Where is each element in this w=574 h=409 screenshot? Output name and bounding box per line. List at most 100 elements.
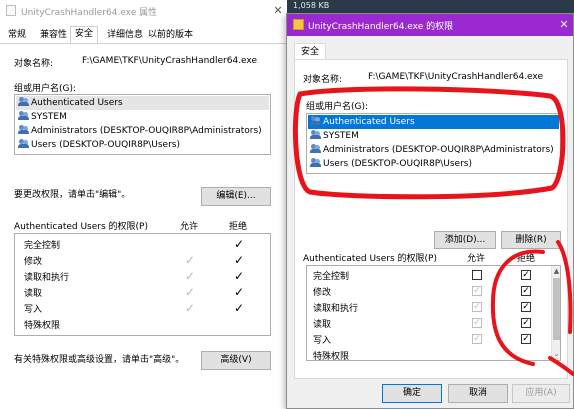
scroll-up-icon[interactable]: ▲ (552, 266, 560, 276)
tab-previous-versions[interactable]: 以前的版本 (148, 28, 193, 43)
cancel-button[interactable]: 取消 (448, 384, 508, 403)
permission-row: 特殊权限 (307, 347, 560, 360)
allow-checkbox[interactable]: ✓ (472, 334, 482, 344)
properties-title-bar: UnityCrashHandler64.exe 属性 ✕ (0, 0, 286, 22)
close-icon[interactable]: ✕ (557, 17, 571, 33)
users-icon (310, 116, 321, 125)
object-name-value: F:\GAME\TKF\UnityCrashHandler64.exe (82, 56, 258, 66)
deny-checkbox[interactable]: ✓ (521, 334, 531, 344)
scroll-down-icon[interactable]: ⌄ (552, 349, 560, 359)
group-list: Authenticated Users SYSTEM Administrator… (14, 94, 271, 155)
allow-check-icon: ✓ (185, 269, 196, 283)
deny-check-icon: ✓ (234, 237, 245, 251)
permission-name: 写入 (24, 305, 43, 315)
properties-title: UnityCrashHandler64.exe 属性 (21, 8, 158, 18)
list-item-label: Authenticated Users (31, 98, 123, 108)
tab-general[interactable]: 常规 (8, 28, 26, 43)
list-item-label: Users (DESKTOP-OUQIR8P\Users) (31, 140, 180, 150)
allow-header: 允许 (467, 254, 486, 264)
perm-header-label: Authenticated Users 的权限(P) (303, 254, 437, 264)
folder-icon (293, 19, 304, 30)
edit-hint: 要更改权限，请单击"编辑"。 (14, 190, 131, 200)
list-item[interactable]: Users (DESKTOP-OUQIR8P\Users) (18, 138, 180, 152)
permission-row: 读取 ✓ ✓ (307, 315, 560, 331)
deny-checkbox[interactable]: ✓ (521, 302, 531, 312)
group-list-label: 组或用户名(G): (14, 84, 77, 94)
deny-check-icon: ✓ (234, 285, 245, 299)
list-item-label: Authenticated Users (323, 117, 415, 127)
permissions-list: 完全控制 ✓ 修改 ✓ ✓ 读取和执行 ✓ ✓ 读取 ✓ ✓ 写入 ✓ ✓ 特殊… (306, 265, 561, 361)
scroll-thumb[interactable] (553, 278, 560, 340)
allow-checkbox[interactable]: ✓ (472, 286, 482, 296)
permission-row: 读取和执行 ✓ ✓ (307, 299, 560, 315)
list-item[interactable]: Authenticated Users (308, 115, 559, 129)
list-item[interactable]: Users (DESKTOP-OUQIR8P\Users) (310, 157, 472, 171)
ok-button[interactable]: 确定 (382, 384, 442, 403)
deny-checkbox[interactable]: ✓ (521, 270, 531, 280)
tab-compatibility[interactable]: 兼容性 (40, 28, 67, 43)
tab-security[interactable]: 安全 (70, 26, 99, 43)
users-icon (310, 158, 321, 167)
security-panel: 对象名称: F:\GAME\TKF\UnityCrashHandler64.ex… (294, 59, 568, 379)
object-name-label: 对象名称: (303, 75, 343, 85)
permission-row: 写入 ✓ ✓ (307, 331, 560, 347)
list-item[interactable]: SYSTEM (310, 129, 359, 143)
permission-row: 写入 ✓ ✓ (15, 300, 270, 316)
permissions-title: UnityCrashHandler64.exe 的权限 (308, 22, 454, 32)
tab-divider (0, 43, 286, 44)
permission-name: 完全控制 (313, 272, 350, 282)
close-icon[interactable]: ✕ (270, 3, 286, 19)
users-icon (310, 130, 321, 139)
permission-name: 修改 (24, 257, 43, 267)
permission-name: 修改 (313, 288, 332, 298)
permission-row: 修改 ✓ ✓ (307, 283, 560, 299)
allow-checkbox[interactable] (472, 270, 482, 280)
edit-button[interactable]: 编辑(E)... (201, 187, 271, 206)
tab-security[interactable]: 安全 (294, 43, 327, 60)
deny-header: 拒绝 (229, 222, 248, 232)
background-window-strip: 1,058 KB (287, 0, 574, 13)
advanced-button[interactable]: 高级(V) (201, 351, 271, 370)
permission-row: 读取 ✓ ✓ (15, 284, 270, 300)
deny-check-icon: ✓ (234, 253, 245, 267)
remove-button[interactable]: 删除(R) (501, 231, 561, 249)
allow-checkbox[interactable]: ✓ (472, 318, 482, 328)
users-icon (310, 144, 321, 153)
permission-row: 完全控制 ✓ (15, 236, 270, 252)
permission-name: 写入 (313, 336, 332, 346)
list-item-label: SYSTEM (31, 112, 67, 122)
object-name-label: 对象名称: (14, 59, 54, 69)
list-item[interactable]: SYSTEM (18, 110, 67, 124)
file-icon (6, 5, 16, 16)
add-button[interactable]: 添加(D)... (434, 231, 496, 249)
object-name-value: F:\GAME\TKF\UnityCrashHandler64.exe (368, 72, 544, 82)
permission-name: 完全控制 (24, 241, 61, 251)
list-item[interactable]: Authenticated Users (16, 96, 269, 110)
allow-check-icon: ✓ (185, 285, 196, 299)
permission-row: 完全控制 ✓ (307, 267, 560, 283)
deny-checkbox[interactable]: ✓ (521, 318, 531, 328)
allow-check-icon: ✓ (185, 301, 196, 315)
list-item-label: Administrators (DESKTOP-OUQIR8P\Administ… (323, 145, 554, 155)
permissions-scrollbar[interactable]: ▲ ⌄ (551, 266, 560, 360)
list-item[interactable]: Administrators (DESKTOP-OUQIR8P\Administ… (310, 143, 554, 157)
perm-header-label: Authenticated Users 的权限(P) (14, 222, 148, 232)
advanced-hint: 有关特殊权限或高级设置，请单击"高级"。 (14, 355, 185, 365)
list-item[interactable]: Administrators (DESKTOP-OUQIR8P\Administ… (18, 124, 262, 138)
properties-tabs: 常规 兼容性 安全 详细信息 以前的版本 (0, 26, 286, 43)
deny-checkbox[interactable]: ✓ (521, 286, 531, 296)
apply-button[interactable]: 应用(A) (512, 384, 570, 403)
tab-details[interactable]: 详细信息 (107, 28, 143, 43)
permission-name: 读取和执行 (313, 304, 359, 314)
allow-checkbox[interactable]: ✓ (472, 302, 482, 312)
file-size-text: 1,058 KB (293, 1, 330, 10)
group-list: Authenticated Users SYSTEM Administrator… (306, 113, 561, 174)
permission-name: 特殊权限 (24, 321, 61, 331)
permissions-title-bar: UnityCrashHandler64.exe 的权限 ✕ (287, 14, 573, 36)
list-item-label: Administrators (DESKTOP-OUQIR8P\Administ… (31, 126, 262, 136)
allow-check-icon: ✓ (185, 253, 196, 267)
allow-header: 允许 (180, 222, 199, 232)
deny-check-icon: ✓ (234, 269, 245, 283)
deny-check-icon: ✓ (234, 301, 245, 315)
permission-name: 读取和执行 (24, 273, 70, 283)
